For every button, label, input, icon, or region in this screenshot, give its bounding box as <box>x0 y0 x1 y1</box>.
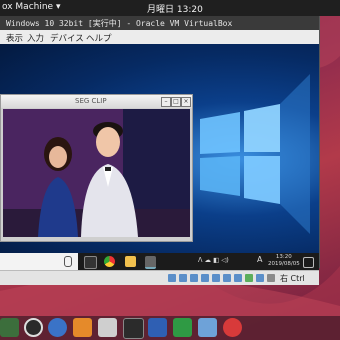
audio-icon[interactable] <box>190 274 198 282</box>
host-key-label: 右 Ctrl <box>280 274 305 283</box>
minimize-button[interactable]: – <box>161 97 171 107</box>
help-icon[interactable] <box>48 318 67 337</box>
vbox-title: Windows 10 32bit [実行中] - Oracle VM Virtu… <box>6 19 233 28</box>
vbox-statusbar: 右 Ctrl <box>0 270 319 285</box>
clock[interactable]: 月曜日 13:20 <box>147 2 203 15</box>
maximize-button[interactable]: □ <box>171 97 181 107</box>
display-icon[interactable] <box>234 274 242 282</box>
menu-input[interactable]: 入力 <box>27 32 44 44</box>
mouse-integration-icon[interactable] <box>267 274 275 282</box>
segclip-window: SEG CLIP – □ × <box>0 94 193 242</box>
vbox-menubar: 表示 入力 デバイス ヘルプ <box>0 30 319 44</box>
menu-devices[interactable]: デバイス <box>50 32 84 44</box>
tv-scene-image <box>3 109 190 237</box>
libreoffice-calc-icon[interactable] <box>173 318 192 337</box>
taskbar-time: 13:20 <box>275 254 292 260</box>
segclip-title: SEG CLIP <box>75 97 107 105</box>
chrome-icon[interactable] <box>104 256 115 267</box>
network-icon[interactable] <box>201 274 209 282</box>
ime-indicator[interactable]: A <box>257 255 262 264</box>
virtualbox-icon[interactable] <box>198 318 217 337</box>
search-box[interactable] <box>0 253 78 270</box>
microphone-icon[interactable] <box>64 256 72 267</box>
camera-icon[interactable] <box>98 318 117 337</box>
segclip-taskbar-icon[interactable] <box>145 256 156 269</box>
files-icon[interactable] <box>0 318 19 337</box>
close-button[interactable]: × <box>181 97 191 107</box>
menu-help[interactable]: ヘルプ <box>86 32 112 44</box>
virtualbox-window: Windows 10 32bit [実行中] - Oracle VM Virtu… <box>0 16 320 285</box>
menu-view[interactable]: 表示 <box>6 32 23 44</box>
optical-drive-icon[interactable] <box>179 274 187 282</box>
taskbar-date: 2019/08/05 <box>268 261 300 267</box>
shared-folder-icon[interactable] <box>223 274 231 282</box>
windows-taskbar: ᐱ ☁ ◧ ◁) A 13:20 2019/08/05 <box>0 253 319 270</box>
ubuntu-dock <box>0 316 340 340</box>
vbox-titlebar[interactable]: Windows 10 32bit [実行中] - Oracle VM Virtu… <box>0 16 319 30</box>
task-view-icon[interactable] <box>84 256 97 269</box>
ubuntu-top-bar: ox Machine ▾ 月曜日 13:20 <box>0 0 340 16</box>
segclip-titlebar[interactable]: SEG CLIP – □ × <box>1 95 192 108</box>
terminal-icon[interactable] <box>123 318 144 339</box>
notifications-icon[interactable] <box>303 257 314 268</box>
recording-icon[interactable] <box>245 274 253 282</box>
rhythmbox-icon[interactable] <box>24 318 43 337</box>
windows-desktop: SEG CLIP – □ × <box>0 44 319 253</box>
taskbar-clock[interactable]: 13:20 2019/08/05 <box>268 254 300 268</box>
cpu-icon[interactable] <box>256 274 264 282</box>
video-frame[interactable] <box>3 109 190 237</box>
hdd-icon[interactable] <box>168 274 176 282</box>
windows-logo-icon <box>200 74 310 234</box>
app-menu[interactable]: ox Machine ▾ <box>2 2 60 12</box>
usb-icon[interactable] <box>212 274 220 282</box>
file-explorer-icon[interactable] <box>125 256 136 267</box>
tray-icons[interactable]: ᐱ ☁ ◧ ◁) <box>198 256 229 264</box>
libreoffice-writer-icon[interactable] <box>148 318 167 337</box>
software-store-icon[interactable] <box>73 318 92 337</box>
record-icon[interactable] <box>223 318 242 337</box>
